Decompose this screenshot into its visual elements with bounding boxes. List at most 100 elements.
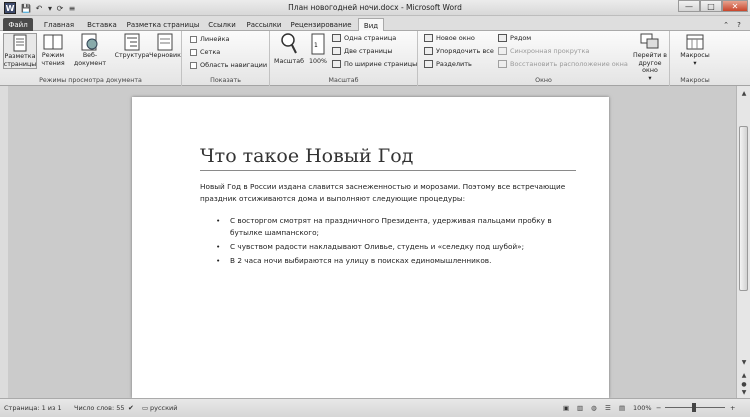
tab-mailings[interactable]: Рассылки <box>244 18 284 31</box>
zoom-button[interactable]: Масштаб <box>274 33 304 66</box>
grid-label: Сетка <box>200 48 221 56</box>
group-label-views: Режимы просмотра документа <box>39 77 142 84</box>
scroll-up-icon[interactable]: ▲ <box>737 87 750 99</box>
arrange-all-button[interactable]: Упорядочить все <box>424 47 494 55</box>
zoom-100-label: 100% <box>308 58 327 65</box>
tab-references[interactable]: Ссылки <box>206 18 238 31</box>
split-button[interactable]: Разделить <box>424 60 472 68</box>
web-document-icon <box>80 33 100 51</box>
scroll-down-icon[interactable]: ▼ <box>737 356 750 368</box>
page-layout-icon <box>10 34 30 52</box>
list-item-text: С чувством радости накладывают Оливье, с… <box>230 242 525 251</box>
two-pages-icon <box>332 47 341 55</box>
keyboard-icon: ▭ <box>142 404 149 412</box>
view-web-icon[interactable]: ◍ <box>591 404 597 412</box>
switch-windows-button[interactable]: Перейти в другое окно ▾ <box>632 33 668 82</box>
svg-text:1: 1 <box>314 42 318 49</box>
tab-file[interactable]: Файл <box>3 18 33 31</box>
view-print-layout-icon[interactable]: ▣ <box>563 404 569 412</box>
group-show: Линейка Сетка Область навигации Показать <box>182 31 270 86</box>
ribbon-tab-bar: Файл Главная Вставка Разметка страницы С… <box>0 16 750 32</box>
view-reading-icon[interactable]: ▥ <box>577 404 583 412</box>
split-icon <box>424 60 433 68</box>
macros-label: Макросы <box>680 52 710 59</box>
reset-window-position-button[interactable]: Восстановить расположение окна <box>498 60 628 68</box>
magnifier-icon <box>279 33 299 54</box>
web-document-button[interactable]: Веб-документ <box>68 33 112 67</box>
help-icon[interactable]: ? <box>733 18 745 31</box>
reset-window-position-label: Восстановить расположение окна <box>510 60 628 68</box>
page-layout-button[interactable]: Разметка страницы <box>3 33 37 69</box>
minimize-button[interactable]: — <box>678 0 700 12</box>
switch-windows-label: Перейти в другое окно <box>632 52 668 74</box>
page-layout-label: Разметка страницы <box>3 53 37 68</box>
new-window-button[interactable]: Новое окно <box>424 34 475 42</box>
zoom-in-icon[interactable]: + <box>730 404 735 412</box>
group-label-macros: Макросы <box>680 77 710 84</box>
switch-windows-icon <box>640 33 660 51</box>
next-page-icon[interactable]: ▼ <box>737 386 750 398</box>
tab-page-layout[interactable]: Разметка страницы <box>126 18 200 31</box>
one-page-button[interactable]: Одна страница <box>332 34 396 42</box>
group-label-zoom: Масштаб <box>328 77 359 84</box>
maximize-button[interactable]: □ <box>700 0 722 12</box>
zoom-level[interactable]: 100% <box>633 404 652 412</box>
group-zoom: Масштаб 1 100% Одна страница Две страниц… <box>270 31 418 86</box>
word-count-status[interactable]: Число слов: 55 <box>74 404 125 412</box>
minimize-ribbon-icon[interactable]: ⌃ <box>720 18 732 31</box>
scroll-thumb[interactable] <box>739 126 748 291</box>
reading-mode-button[interactable]: Режим чтения <box>40 33 66 67</box>
zoom-100-button[interactable]: 1 100% <box>307 33 329 66</box>
bullet-icon: • <box>216 216 221 225</box>
tab-home[interactable]: Главная <box>40 18 78 31</box>
zoom-slider-thumb[interactable] <box>692 403 696 412</box>
language-status[interactable]: русский <box>150 404 178 412</box>
one-page-icon <box>332 34 341 42</box>
tab-view[interactable]: Вид <box>358 18 384 32</box>
view-draft-icon[interactable]: ▤ <box>619 404 625 412</box>
group-label-window: Окно <box>535 77 552 84</box>
grid-checkbox[interactable]: Сетка <box>190 48 220 56</box>
document-heading: Что такое Новый Год <box>200 145 414 167</box>
reset-window-position-icon <box>498 60 507 68</box>
tab-insert[interactable]: Вставка <box>84 18 120 31</box>
sync-scroll-button[interactable]: Синхронная прокрутка <box>498 47 589 55</box>
bullet-icon: • <box>216 242 221 251</box>
arrange-all-icon <box>424 47 433 55</box>
document-paragraph: Новый Год в России издана славится засне… <box>200 182 566 203</box>
new-window-icon <box>424 34 433 42</box>
two-pages-button[interactable]: Две страницы <box>332 47 392 55</box>
outline-button[interactable]: Структура <box>115 33 149 60</box>
page-width-button[interactable]: По ширине страницы <box>332 60 417 68</box>
one-page-label: Одна страница <box>344 34 397 42</box>
sync-scroll-label: Синхронная прокрутка <box>510 47 590 55</box>
ruler-label: Линейка <box>200 35 230 43</box>
two-pages-label: Две страницы <box>344 47 393 55</box>
list-item-text: С восторгом смотрят на праздничного През… <box>230 216 552 237</box>
list-item: • С восторгом смотрят на праздничного Пре… <box>200 215 580 239</box>
page-width-icon <box>332 60 341 68</box>
split-label: Разделить <box>436 60 472 68</box>
draft-button[interactable]: Черновик <box>149 33 181 60</box>
side-by-side-button[interactable]: Рядом <box>498 34 531 42</box>
navigation-pane-label: Область навигации <box>200 61 268 69</box>
zoom-out-icon[interactable]: − <box>656 404 661 412</box>
macros-button[interactable]: Макросы ▾ <box>676 33 714 67</box>
outline-label: Структура <box>114 52 150 59</box>
title-bar: W 💾 ↶ ▾ ⟳ ≡ План новогодней ночи.docx - … <box>0 0 750 16</box>
proofing-icon[interactable]: ✔ <box>128 404 134 412</box>
close-button[interactable]: ✕ <box>722 0 748 12</box>
new-window-label: Новое окно <box>436 34 475 42</box>
vertical-scrollbar[interactable]: ▲ ▼ ▲ ● ▼ <box>736 86 750 398</box>
tab-review[interactable]: Рецензирование <box>289 18 353 31</box>
draft-label: Черновик <box>149 52 181 59</box>
document-page[interactable]: Что такое Новый Год Новый Год в России и… <box>132 97 609 398</box>
ruler-checkbox[interactable]: Линейка <box>190 35 230 43</box>
reading-mode-icon <box>43 33 63 51</box>
group-label-show: Показать <box>210 77 241 84</box>
draft-icon <box>155 33 175 51</box>
view-outline-icon[interactable]: ☰ <box>605 404 611 412</box>
navigation-pane-checkbox[interactable]: Область навигации <box>190 61 267 69</box>
page-count-status[interactable]: Страница: 1 из 1 <box>4 404 62 412</box>
chevron-down-icon: ▾ <box>693 59 697 67</box>
